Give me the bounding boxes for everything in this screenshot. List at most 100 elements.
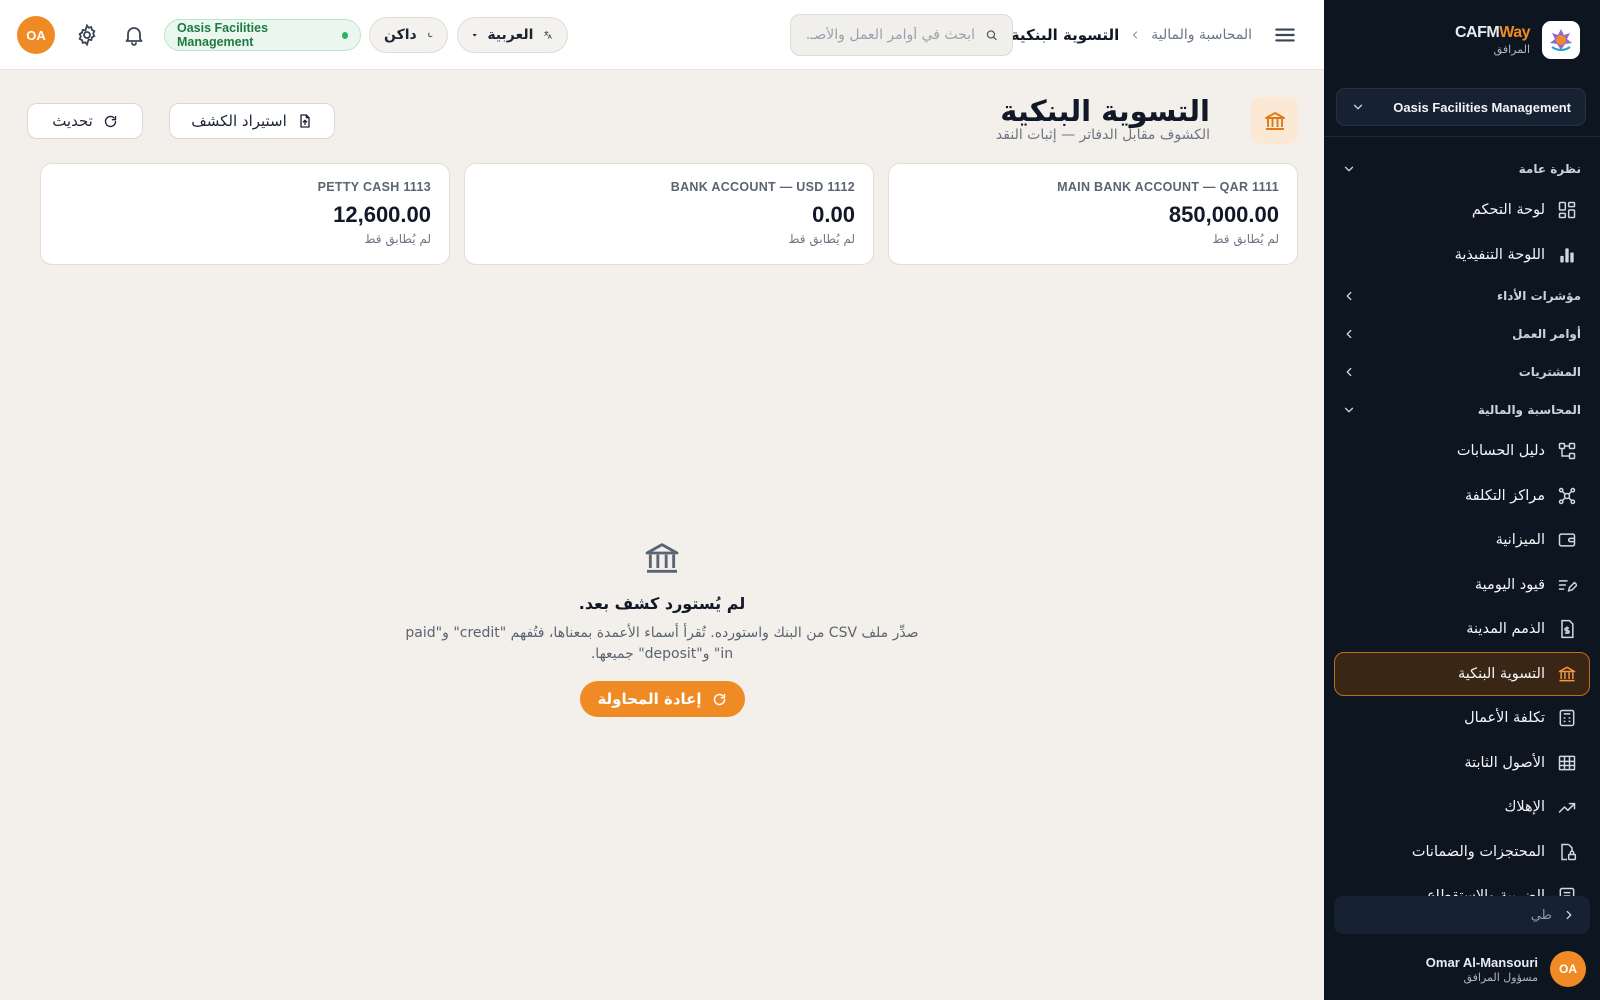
menu-icon[interactable]: [1272, 22, 1298, 48]
sidebar-item-label: الأصول الثابتة: [1464, 754, 1545, 771]
reconcile-status: لم يُطابق قط: [364, 232, 431, 246]
sidebar-item-label: المحتجزات والضمانات: [1411, 843, 1545, 860]
topbar: المحاسبة والمالية التسوية البنكية العربي…: [0, 0, 1324, 70]
org-status-badge: Oasis Facilities Management: [164, 19, 361, 51]
refresh-icon: [104, 115, 117, 127]
org-select[interactable]: Oasis Facilities Management: [1336, 88, 1586, 126]
avatar: OA: [1550, 951, 1586, 987]
sidebar-item-receivables[interactable]: الذمم المدينة: [1334, 607, 1590, 652]
sidebar-item-budget[interactable]: الميزانية: [1334, 518, 1590, 563]
reconcile-status: لم يُطابق قط: [1212, 232, 1279, 246]
trend-down-icon: [1558, 803, 1576, 813]
chevron-down-icon: [1353, 104, 1363, 110]
sidebar-item-bank-reconciliation[interactable]: التسوية البنكية: [1334, 651, 1590, 696]
nav-section-label: نظرة عامة: [1518, 162, 1581, 176]
chevron-left-icon: [1346, 367, 1352, 377]
nav-section-label: أوامر العمل: [1512, 327, 1581, 341]
page-subtitle: الكشوف مقابل الدفاتر — إثبات النقد: [995, 127, 1210, 143]
collapse-sidebar-button[interactable]: طي: [1334, 896, 1590, 934]
page-title: التسوية البنكية: [1000, 94, 1210, 128]
sidebar-item-retentions[interactable]: المحتجزات والضمانات: [1334, 830, 1590, 875]
org-badge-label: Oasis Facilities Management: [177, 21, 269, 49]
network-icon: [1558, 487, 1576, 504]
receivable-file-icon: [1561, 620, 1574, 639]
nav-section-accounting[interactable]: المحاسبة والمالية: [1324, 391, 1600, 429]
bank-icon: [645, 543, 679, 573]
search-icon: [986, 30, 997, 41]
nav-section-label: المشتريات: [1518, 365, 1581, 379]
nav-section-overview[interactable]: نظرة عامة: [1324, 150, 1600, 188]
sidebar-item-chart-of-accounts[interactable]: دليل الحسابات: [1334, 429, 1590, 474]
breadcrumb-parent[interactable]: المحاسبة والمالية: [1151, 27, 1252, 43]
bank-icon: [1264, 111, 1285, 130]
retry-button-label: إعادة المحاولة: [597, 690, 702, 708]
nav-section-label: مؤشرات الأداء: [1496, 289, 1581, 303]
refresh-button[interactable]: تحديث: [27, 103, 143, 139]
chevron-left-icon: [1346, 329, 1352, 339]
file-upload-icon: [300, 114, 310, 128]
brand-logo: [1542, 21, 1580, 59]
account-balance: 12,600.00: [333, 202, 431, 227]
empty-state-title: لم يُستورد كشف بعد.: [578, 594, 746, 613]
sidebar-item-depreciation[interactable]: الإهلاك: [1334, 785, 1590, 830]
account-card[interactable]: MAIN BANK ACCOUNT — QAR 1111 850,000.00 …: [888, 163, 1298, 265]
sidebar-item-label: لوحة التحكم: [1471, 202, 1545, 219]
sidebar-item-label: تكلفة الأعمال: [1464, 710, 1545, 727]
calculator-icon: [1559, 710, 1575, 727]
moon-icon: [427, 32, 433, 38]
user-role: مسؤول المرافق: [1463, 970, 1538, 984]
search-box: [790, 14, 1013, 56]
retry-button[interactable]: إعادة المحاولة: [579, 681, 745, 717]
breadcrumb-current: التسوية البنكية: [1010, 26, 1120, 44]
chevron-down-icon: [1344, 407, 1354, 413]
account-card[interactable]: BANK ACCOUNT — USD 1112 0.00 لم يُطابق ق…: [464, 163, 874, 265]
user-name: Omar Al-Mansouri: [1425, 954, 1538, 970]
sidebar-item-journal[interactable]: قيود اليومية: [1334, 563, 1590, 608]
sidebar-item-executive[interactable]: اللوحة التنفيذية: [1334, 233, 1590, 278]
sidebar-item-cost-centers[interactable]: مراكز التكلفة: [1334, 474, 1590, 519]
language-select[interactable]: العربية: [457, 17, 568, 53]
theme-toggle[interactable]: داكن: [369, 17, 448, 53]
account-name: MAIN BANK ACCOUNT — QAR 1111: [1057, 180, 1279, 194]
account-name: PETTY CASH 1113: [317, 180, 431, 194]
hierarchy-icon: [1558, 443, 1576, 460]
sidebar-item-fixed-assets[interactable]: الأصول الثابتة: [1334, 741, 1590, 786]
sidebar-item-label: اللوحة التنفيذية: [1454, 246, 1545, 263]
collapse-label: طي: [1530, 907, 1552, 923]
chevron-left-icon: [1133, 31, 1138, 39]
translate-icon: [544, 31, 553, 39]
sidebar-item-label: قيود اليومية: [1474, 576, 1545, 593]
building-icon: [1558, 755, 1576, 771]
user-profile[interactable]: OA Omar Al-Mansouri مسؤول المرافق: [1426, 950, 1586, 988]
avatar[interactable]: OA: [17, 16, 55, 54]
lock-file-icon: [1561, 843, 1577, 860]
empty-state-description: صدِّر ملف CSV من البنك واستورده. تُقرأ أ…: [405, 625, 919, 662]
reconcile-status: لم يُطابق قط: [788, 232, 855, 246]
chevron-down-icon: [1344, 166, 1354, 172]
sidebar-item-label: التسوية البنكية: [1457, 665, 1545, 682]
refresh-button-label: تحديث: [52, 112, 93, 130]
nav-section-procurement[interactable]: المشتريات: [1324, 353, 1600, 391]
chevron-right-icon: [1566, 910, 1572, 920]
brand[interactable]: CAFMWay المرافق: [1455, 20, 1580, 60]
sidebar-item-label: مراكز التكلفة: [1464, 487, 1545, 504]
import-button-label: استيراد الكشف: [191, 112, 287, 130]
journal-pen-icon: [1558, 579, 1577, 592]
account-balance: 0.00: [812, 202, 855, 227]
gear-icon[interactable]: [75, 23, 99, 47]
brand-name: CAFMWay: [1454, 24, 1531, 41]
sidebar-nav: نظرة عامة لوحة التحكم اللوحة التنفيذية م…: [1324, 150, 1600, 905]
nav-section-kpis[interactable]: مؤشرات الأداء: [1324, 277, 1600, 315]
sidebar-item-job-costing[interactable]: تكلفة الأعمال: [1334, 696, 1590, 741]
sidebar-item-dashboard[interactable]: لوحة التحكم: [1334, 188, 1590, 233]
import-statement-button[interactable]: استيراد الكشف: [169, 103, 335, 139]
language-label: العربية: [487, 27, 534, 43]
page-icon: [1251, 97, 1298, 144]
account-cards: MAIN BANK ACCOUNT — QAR 1111 850,000.00 …: [40, 163, 1298, 265]
search-input[interactable]: [805, 27, 975, 43]
bell-icon[interactable]: [122, 23, 146, 47]
dashboard-grid-icon: [1558, 202, 1576, 219]
refresh-icon: [713, 693, 725, 705]
nav-section-work-orders[interactable]: أوامر العمل: [1324, 315, 1600, 353]
account-card[interactable]: PETTY CASH 1113 12,600.00 لم يُطابق قط: [40, 163, 450, 265]
